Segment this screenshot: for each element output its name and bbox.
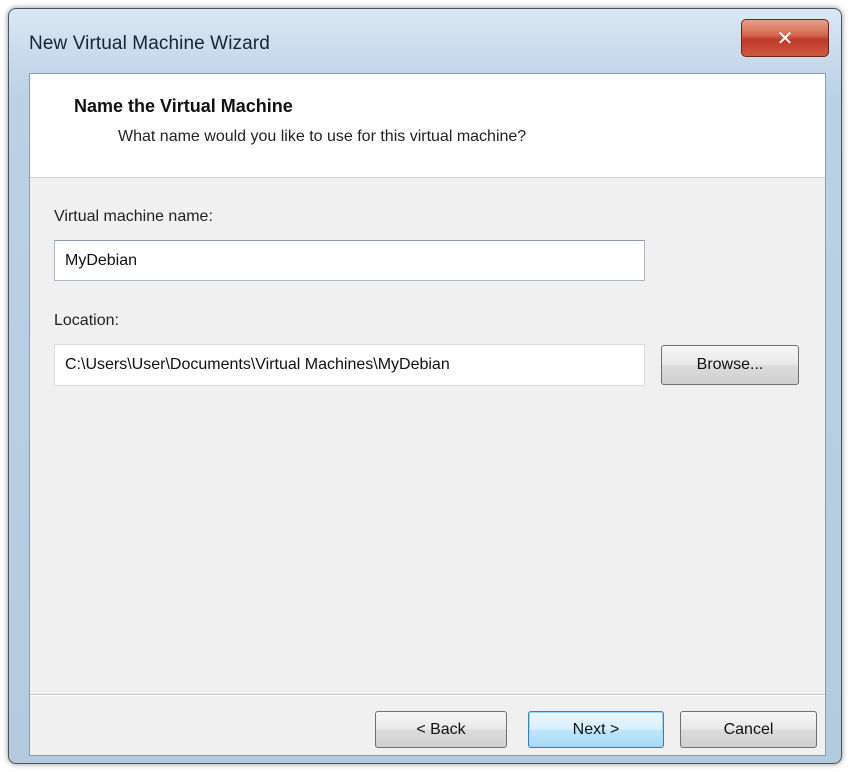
vm-name-label: Virtual machine name:	[54, 208, 213, 225]
page-subtitle: What name would you like to use for this…	[118, 128, 527, 145]
dialog-content: Name the Virtual Machine What name would…	[29, 73, 826, 756]
window-title: New Virtual Machine Wizard	[29, 33, 270, 54]
location-label: Location:	[54, 312, 119, 329]
wizard-window: New Virtual Machine Wizard ✕ Name the Vi…	[8, 8, 842, 764]
back-button[interactable]: < Back	[375, 711, 507, 748]
browse-button[interactable]: Browse...	[661, 345, 799, 385]
close-icon: ✕	[776, 26, 794, 50]
footer-divider	[30, 694, 825, 696]
location-input[interactable]	[54, 344, 645, 386]
wizard-header: Name the Virtual Machine What name would…	[30, 74, 825, 178]
title-bar[interactable]: New Virtual Machine Wizard ✕	[9, 9, 841, 73]
next-button[interactable]: Next >	[528, 711, 664, 748]
close-button[interactable]: ✕	[741, 19, 829, 57]
page-title: Name the Virtual Machine	[74, 96, 293, 116]
vm-name-input[interactable]	[54, 240, 645, 281]
cancel-button[interactable]: Cancel	[680, 711, 817, 748]
